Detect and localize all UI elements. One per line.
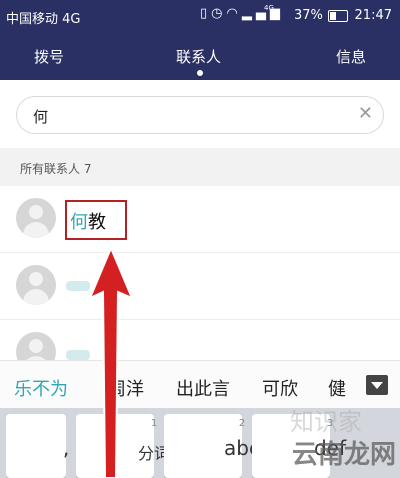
carrier-label: 中国移动 4G (6, 12, 81, 27)
blurred-name (66, 281, 90, 291)
vibrate-icon: ▯ (200, 6, 212, 21)
battery-percent: 37% (294, 8, 323, 23)
contact-row[interactable] (0, 253, 400, 320)
tab-contacts[interactable]: 联系人 (176, 46, 221, 67)
network-label: 4G (264, 4, 274, 12)
battery-icon (328, 10, 348, 22)
tab-bar: 拨号 联系人 信息 (0, 32, 400, 80)
avatar (16, 265, 56, 305)
status-bar: 中国移动 4G ▯◷◠▂▄▆ 4G 37% 21:47 (0, 0, 400, 32)
annotation-arrow (88, 248, 134, 478)
tab-dial[interactable]: 拨号 (34, 46, 64, 67)
tab-messages[interactable]: 信息 (336, 46, 366, 67)
suggestion-item[interactable]: 可欣 (262, 375, 298, 401)
watermark-logo: 云南龙网 (292, 440, 397, 470)
section-header: 所有联系人 7 (0, 148, 400, 186)
suggestion-item[interactable]: 乐不为 (14, 375, 68, 401)
contacts-count-label: 所有联系人 7 (20, 162, 92, 176)
suggestion-item[interactable]: 出此言 (176, 375, 230, 401)
active-tab-indicator (197, 70, 203, 76)
avatar (16, 198, 56, 238)
clear-icon[interactable]: ✕ (358, 103, 373, 124)
search-input[interactable] (31, 103, 335, 129)
clock: 21:47 (354, 8, 392, 23)
search-box: ✕ (16, 96, 384, 134)
annotation-box (65, 200, 127, 240)
contact-row[interactable] (0, 320, 400, 372)
blurred-name (66, 350, 90, 360)
key-2[interactable]: 2 abc (164, 414, 260, 478)
key-comma[interactable]: , (6, 414, 69, 478)
contact-row[interactable] (0, 186, 400, 253)
alarm-icon: ◷ (211, 6, 227, 21)
expand-suggestions-icon[interactable] (366, 375, 388, 395)
signal-icon: ▂▄▆ (241, 6, 284, 21)
wifi-icon: ◠ (226, 6, 242, 21)
suggestion-item[interactable]: 健 (328, 375, 346, 401)
watermark: 知识家 (290, 408, 362, 436)
